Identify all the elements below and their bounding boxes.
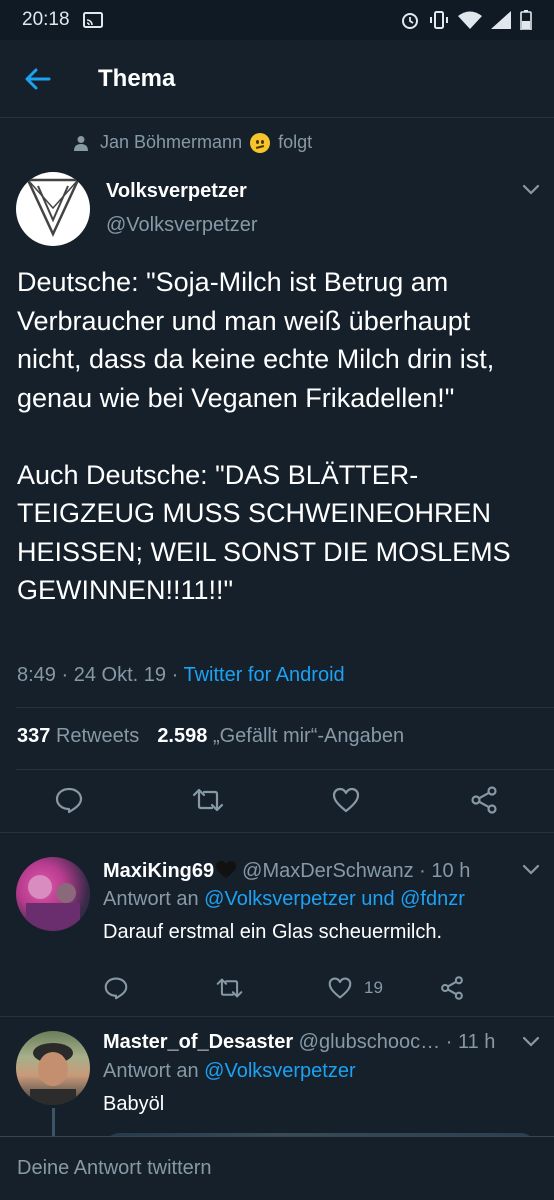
- author-name[interactable]: Volksverpetzer: [106, 180, 247, 203]
- divider: [0, 832, 554, 833]
- avatar[interactable]: [16, 857, 90, 931]
- like-button[interactable]: 19: [328, 976, 383, 1000]
- social-context-verb: folgt: [278, 132, 313, 152]
- compose-bar: [0, 1136, 554, 1200]
- reply-to-link[interactable]: @Volksverpetzer: [204, 1060, 355, 1082]
- like-count: 19: [364, 978, 383, 997]
- reply-author-name[interactable]: Master_of_Desaster: [103, 1031, 293, 1053]
- reply-time: 11 h: [457, 1031, 496, 1053]
- avatar[interactable]: [16, 172, 90, 246]
- reply-to-prefix: Antwort an: [103, 888, 199, 910]
- reply-to: Antwort an @Volksverpetzer: [103, 1060, 356, 1083]
- app-header: Thema: [0, 40, 554, 118]
- user-photo-icon: [30, 1043, 76, 1105]
- avatar[interactable]: [16, 1031, 90, 1105]
- share-icon: [471, 786, 497, 814]
- tweet-text: Deutsche: "Soja-Milch ist Betrug am Verb…: [17, 267, 511, 605]
- reply-header: MaxiKing69 @MaxDerSchwanz · 10 h: [103, 860, 471, 882]
- user-photo-icon: [26, 875, 80, 931]
- social-context[interactable]: Jan Böhmermann folgt: [74, 132, 312, 153]
- back-button[interactable]: [0, 40, 76, 118]
- share-button[interactable]: [440, 976, 464, 1000]
- social-context-name: Jan Böhmermann: [100, 132, 243, 152]
- tweet-action-bar: [0, 778, 554, 822]
- thread-line: [52, 1108, 55, 1138]
- tweet-stats: 337 Retweets 2.598 „Gefällt mir“-Angaben: [17, 725, 404, 748]
- reply-text: Babyöl: [103, 1093, 165, 1115]
- heart-icon: [328, 977, 352, 999]
- reply-time: 10 h: [431, 860, 471, 882]
- status-bar: 20:18: [0, 0, 554, 40]
- wifi-icon: [458, 11, 482, 29]
- reply-button[interactable]: [55, 786, 83, 819]
- reply-author-handle[interactable]: @MaxDerSchwanz: [242, 860, 413, 882]
- heart-icon: [332, 787, 360, 813]
- share-icon: [441, 976, 463, 1000]
- retweets-stat[interactable]: 337 Retweets: [17, 725, 139, 748]
- chevron-down-icon[interactable]: [522, 184, 540, 196]
- reply-button[interactable]: [104, 976, 128, 1000]
- reply-action-bar: 19: [0, 976, 554, 1006]
- retweets-label: Retweets: [55, 725, 140, 747]
- arrow-left-icon: [25, 68, 51, 89]
- status-time: 20:18: [22, 9, 70, 30]
- tweet-time: 8:49: [17, 664, 56, 686]
- reply-header: Master_of_Desaster @glubschooc… · 11 h: [103, 1031, 496, 1053]
- reply-to-link[interactable]: @Volksverpetzer und @fdnzr: [204, 888, 465, 910]
- black-heart-emoji: [216, 861, 237, 878]
- chevron-down-icon[interactable]: [522, 1036, 540, 1048]
- like-button[interactable]: [332, 786, 360, 819]
- divider: [16, 707, 554, 708]
- divider: [16, 769, 554, 770]
- divider: [0, 1016, 554, 1017]
- retweets-count: 337: [17, 725, 51, 747]
- vibrate-icon: [430, 11, 448, 29]
- retweet-icon: [192, 788, 224, 812]
- likes-label: „Gefällt mir“-Angaben: [212, 725, 405, 747]
- alarm-icon: [402, 13, 418, 29]
- reply-to-prefix: Antwort an: [103, 1060, 199, 1082]
- battery-icon: [520, 10, 532, 30]
- retweet-button[interactable]: [192, 786, 224, 819]
- reply-text: Darauf erstmal ein Glas scheuermilch.: [103, 921, 443, 943]
- tweet-client-link[interactable]: Twitter for Android: [183, 664, 344, 686]
- retweet-button[interactable]: [216, 976, 243, 1000]
- meta-separator: ·: [171, 664, 179, 686]
- meta-separator: ·: [61, 664, 69, 686]
- confused-face-emoji: [250, 132, 271, 153]
- tweet-meta: 8:49 · 24 Okt. 19 · Twitter for Android: [17, 664, 345, 687]
- reply-author-name[interactable]: MaxiKing69: [103, 860, 214, 882]
- retweet-icon: [216, 978, 243, 998]
- signal-icon: [491, 11, 511, 29]
- reply-author-handle[interactable]: @glubschooc…: [299, 1031, 440, 1053]
- reply-compose-input[interactable]: [17, 1157, 517, 1180]
- reply-icon: [55, 787, 83, 814]
- volksverpetzer-logo-icon: [26, 178, 80, 237]
- screen-cast-icon: [82, 12, 103, 28]
- reply-to: Antwort an @Volksverpetzer und @fdnzr: [103, 888, 465, 911]
- reply-icon: [104, 977, 128, 1000]
- likes-count: 2.598: [157, 725, 208, 747]
- likes-stat[interactable]: 2.598 „Gefällt mir“-Angaben: [157, 725, 404, 748]
- author-handle[interactable]: @Volksverpetzer: [106, 214, 257, 237]
- person-icon: [74, 135, 88, 151]
- tweet-date: 24 Okt. 19: [73, 664, 167, 686]
- share-button[interactable]: [470, 786, 498, 819]
- page-title: Thema: [98, 64, 176, 92]
- chevron-down-icon[interactable]: [522, 864, 540, 876]
